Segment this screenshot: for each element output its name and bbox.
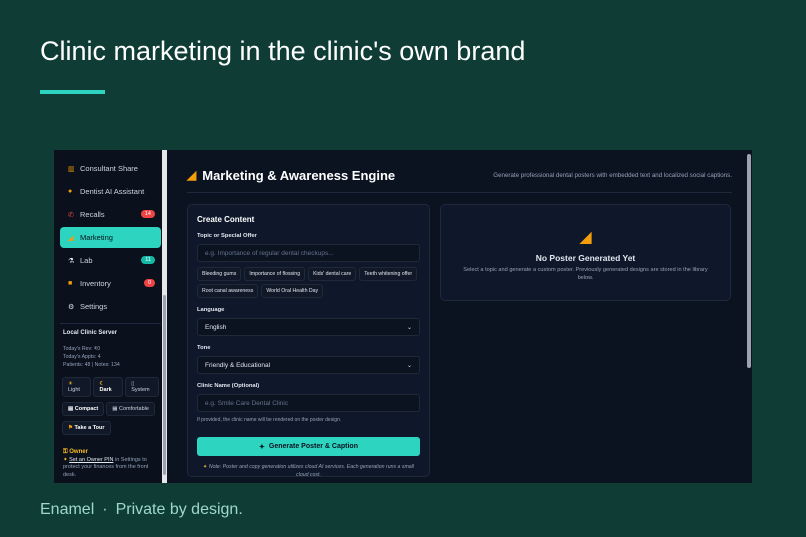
topic-label: Topic or Special Offer (197, 233, 257, 239)
footer-separator: · (102, 501, 108, 518)
gear-icon: ⚙ (68, 303, 75, 311)
clinic-name-label: Clinic Name (Optional) (197, 383, 260, 389)
sidebar-item-lab[interactable]: ⚗ Lab 11 (60, 250, 161, 271)
sidebar-item-label: Lab (80, 256, 93, 265)
sidebar-item-settings[interactable]: ⚙ Settings (60, 296, 161, 317)
app-screenshot: ▥ Consultant Share ● Dentist AI Assistan… (54, 150, 752, 483)
empty-state-title: No Poster Generated Yet (535, 253, 636, 263)
generate-poster-button[interactable]: ✦ Generate Poster & Caption (197, 437, 420, 456)
sidebar-item-recalls[interactable]: ✆ Recalls 14 (60, 204, 161, 225)
tagline: Private by design. (115, 501, 243, 518)
page-subtitle: Generate professional dental posters wit… (493, 171, 732, 179)
create-content-card: Create Content Topic or Special Offer e.… (187, 204, 430, 478)
take-tour-button[interactable]: ⚑ Take a Tour (62, 421, 111, 435)
topic-input[interactable]: e.g. Importance of regular dental checku… (197, 244, 420, 262)
server-title: Local Clinic Server (63, 330, 118, 336)
compact-icon: ▤ (68, 406, 74, 412)
slide-title: Clinic marketing in the clinic's own bra… (40, 36, 526, 66)
topic-chip[interactable]: World Oral Health Day (261, 284, 324, 298)
recalls-count-badge: 14 (140, 210, 155, 218)
chevron-down-icon: ⌄ (406, 324, 412, 331)
topic-chip[interactable]: Kids' dental care (308, 267, 357, 281)
flask-icon: ⚗ (68, 257, 75, 265)
header-divider (187, 192, 732, 193)
sidebar-item-consultant-share[interactable]: ▥ Consultant Share (60, 158, 161, 179)
box-icon: ■ (68, 280, 73, 287)
tone-value: Friendly & Educational (205, 361, 271, 369)
title-underline (40, 90, 105, 94)
key-icon: ⚿ (63, 449, 68, 455)
stat-revenue: Today's Rev: ₹0 (63, 346, 101, 352)
density-switcher: ▤ Compact ▦ Comfortable (54, 402, 167, 416)
topic-chip[interactable]: Teeth whitening offer (359, 267, 418, 281)
density-compact-button[interactable]: ▤ Compact (62, 402, 105, 416)
theme-switcher: ☀ Light ☾ Dark ▯ System (54, 377, 167, 397)
topic-chip[interactable]: Bleeding gums (197, 267, 242, 281)
sidebar-item-label: Inventory (80, 279, 111, 288)
sidebar-divider (60, 323, 161, 324)
topic-suggestions: Bleeding gums Importance of flossing Kid… (197, 267, 420, 298)
lab-count-badge: 11 (141, 256, 155, 264)
sidebar-item-marketing[interactable]: ◢ Marketing (60, 227, 161, 248)
owner-title: Owner (69, 449, 88, 455)
bulb-icon: ✦ (63, 456, 68, 463)
sidebar-item-label: Settings (80, 302, 108, 311)
tone-select[interactable]: Friendly & Educational ⌄ (197, 356, 420, 374)
tone-label: Tone (197, 345, 211, 351)
main-panel: ◢ Marketing & Awareness Engine Generate … (167, 150, 752, 483)
megaphone-icon: ◢ (68, 234, 74, 242)
sidebar-item-label: Dentist AI Assistant (80, 187, 145, 196)
generation-note: ✦ Note: Poster and copy generation utili… (203, 464, 414, 478)
create-content-title: Create Content (197, 215, 255, 224)
theme-dark-button[interactable]: ☾ Dark (93, 377, 124, 397)
sidebar-item-label: Consultant Share (80, 164, 138, 173)
main-scroll-thumb[interactable] (747, 154, 751, 368)
owner-notice: ⚿ Owner ✦ Set an Owner PIN in Settings t… (54, 449, 167, 479)
brand-name: Enamel (40, 501, 95, 518)
poster-preview-card: ◢ No Poster Generated Yet Select a topic… (440, 204, 731, 301)
footer: Enamel · Private by design. (40, 501, 243, 519)
language-value: English (205, 323, 227, 331)
theme-system-button[interactable]: ▯ System (125, 377, 159, 397)
assistant-icon: ● (68, 188, 73, 195)
sparkle-icon: ✦ (259, 443, 265, 451)
sidebar-item-dentist-ai[interactable]: ● Dentist AI Assistant (60, 181, 161, 202)
topic-chip[interactable]: Importance of flossing (244, 267, 306, 281)
megaphone-icon: ◢ (579, 229, 592, 246)
comfortable-icon: ▦ (112, 406, 118, 412)
page-title: Marketing & Awareness Engine (202, 167, 396, 183)
clinic-name-hint: If provided, the clinic name will be ren… (197, 417, 342, 423)
main-header: ◢ Marketing & Awareness Engine Generate … (187, 164, 732, 186)
server-stats: Today's Rev: ₹0 Today's Appts: 4 Patient… (54, 345, 167, 369)
sidebar-item-label: Marketing (80, 233, 113, 242)
bulb-icon: ✦ (203, 464, 208, 470)
flag-icon: ⚑ (68, 425, 73, 431)
language-label: Language (197, 307, 225, 313)
stat-appointments: Today's Appts: 4 (63, 354, 101, 360)
sidebar-item-label: Recalls (80, 210, 105, 219)
main-scrollbar[interactable] (746, 150, 752, 483)
phone-icon: ✆ (68, 211, 74, 219)
sidebar-scroll-thumb[interactable] (163, 295, 166, 475)
chart-icon: ▥ (68, 165, 75, 173)
sidebar: ▥ Consultant Share ● Dentist AI Assistan… (54, 150, 167, 483)
set-owner-pin-link[interactable]: Set an Owner PIN (69, 457, 113, 463)
language-select[interactable]: English ⌄ (197, 318, 420, 336)
density-comfortable-button[interactable]: ▦ Comfortable (106, 402, 155, 416)
clinic-name-input[interactable]: e.g. Smile Care Dental Clinic (197, 394, 420, 412)
stat-patients: Patients: 48 | Notes: 134 (63, 362, 120, 368)
topic-chip[interactable]: Root canal awareness (197, 284, 259, 298)
chevron-down-icon: ⌄ (406, 362, 412, 369)
sidebar-item-inventory[interactable]: ■ Inventory 0 (60, 273, 161, 294)
empty-state-text: Select a topic and generate a custom pos… (463, 267, 708, 281)
theme-light-button[interactable]: ☀ Light (62, 377, 92, 397)
inventory-count-badge: 0 (143, 279, 155, 287)
megaphone-icon: ◢ (187, 168, 197, 182)
